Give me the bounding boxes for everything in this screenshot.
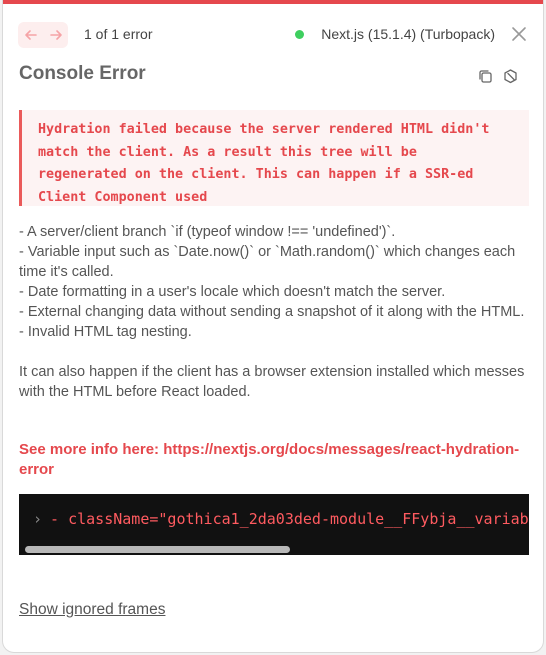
description-line: - External changing data without sending…: [19, 304, 525, 320]
error-accent-bar: [3, 0, 543, 4]
extension-note: It can also happen if the client has a b…: [19, 364, 529, 400]
next-error-button[interactable]: [43, 22, 68, 48]
page-title: Console Error: [19, 63, 146, 84]
error-dialog: 1 of 1 error Next.js (15.1.4) (Turbopack…: [2, 0, 544, 653]
copy-icon: [479, 70, 492, 83]
title-actions: [477, 68, 519, 85]
code-line: › - className="gothica1_2da03ded-module__…: [33, 510, 529, 528]
horizontal-scrollbar[interactable]: [25, 546, 290, 553]
arrow-left-icon: [24, 30, 37, 40]
description-line: - Variable input such as `Date.now()` or…: [19, 244, 520, 280]
close-icon: [512, 27, 526, 41]
docs-button[interactable]: [502, 68, 519, 85]
see-more-info: See more info here: https://nextjs.org/d…: [19, 440, 534, 480]
hexagon-icon: [504, 69, 517, 84]
close-button[interactable]: [509, 24, 529, 44]
error-description: - A server/client branch `if (typeof win…: [19, 222, 534, 402]
description-line: - Invalid HTML tag nesting.: [19, 324, 192, 340]
description-line: - A server/client branch `if (typeof win…: [19, 224, 396, 240]
previous-error-button[interactable]: [18, 22, 43, 48]
error-message: Hydration failed because the server rend…: [19, 110, 529, 206]
error-navigation: [18, 22, 68, 48]
chevron-right-icon: ›: [33, 510, 43, 528]
version-label: Next.js (15.1.4) (Turbopack): [321, 26, 495, 42]
dialog-header: 1 of 1 error Next.js (15.1.4) (Turbopack…: [18, 22, 529, 48]
description-line: - Date formatting in a user's locale whi…: [19, 284, 446, 300]
code-frame[interactable]: › - className="gothica1_2da03ded-module__…: [19, 494, 529, 555]
see-more-prefix: See more info here:: [19, 441, 164, 458]
code-diff-text: - className="gothica1_2da03ded-module__F…: [50, 510, 529, 528]
error-count: 1 of 1 error: [84, 26, 153, 42]
status-dot-icon: [295, 29, 305, 39]
arrow-right-icon: [49, 30, 62, 40]
copy-button[interactable]: [477, 68, 494, 85]
version-info: Next.js (15.1.4) (Turbopack): [295, 26, 495, 42]
show-ignored-frames-link[interactable]: Show ignored frames: [19, 601, 165, 619]
